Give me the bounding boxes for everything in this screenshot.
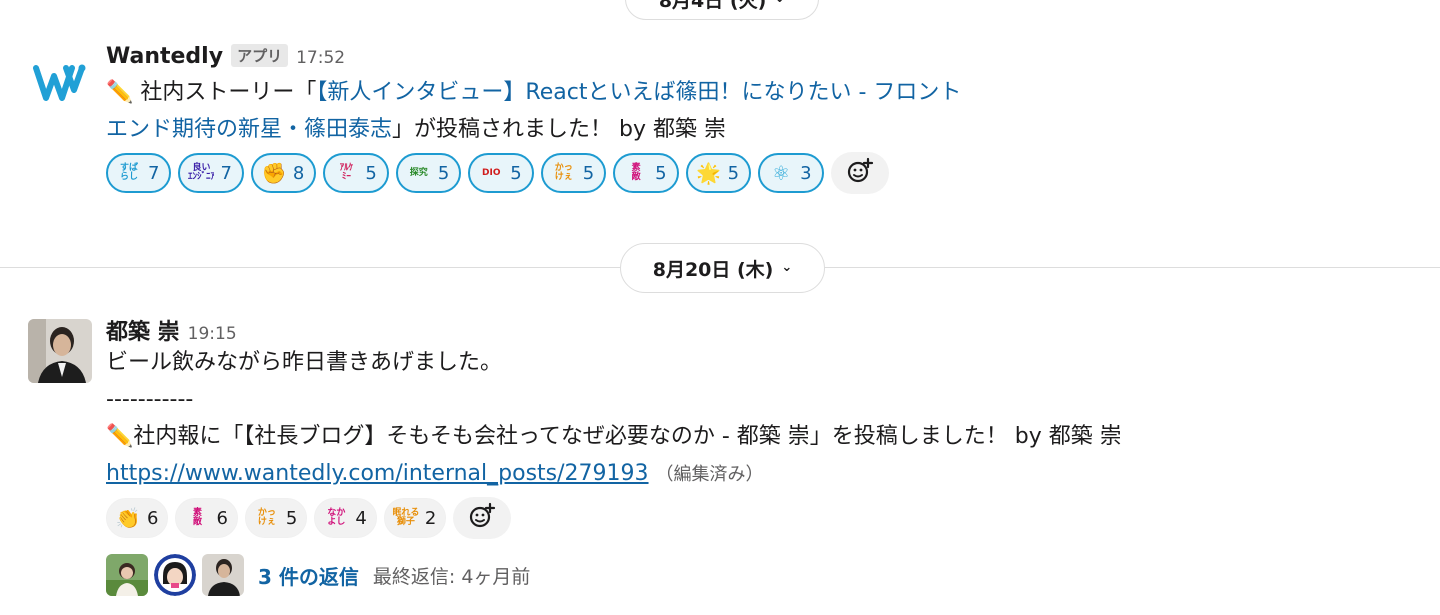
add-reaction-button[interactable]	[830, 152, 889, 194]
dio-icon: DIO	[482, 167, 501, 178]
reaction-count: 6	[147, 507, 159, 529]
reply-count-link[interactable]: 3 件の返信	[258, 561, 359, 590]
reaction-count: 4	[355, 507, 367, 529]
reaction-count: 7	[148, 162, 160, 184]
reply-avatar	[202, 554, 244, 596]
suteki-icon: 素 敵	[631, 163, 641, 182]
clap-icon: 👏	[115, 506, 141, 530]
reaction-suteki[interactable]: 素 敵 5	[613, 153, 679, 193]
reaction-bar: 👏 6 素 敵 6 かっ けぇ 5 なか よし 4 眠れる 獅子 2	[106, 497, 1400, 539]
kakkoii-icon: かっ けぇ	[554, 163, 573, 182]
message-wantedly: Wantedly アプリ 17:52 ✏️ 社内ストーリー「【新人インタビュー】…	[0, 42, 1440, 212]
reaction-shishi[interactable]: 眠れる 獅子 2	[383, 498, 447, 538]
last-reply-time: 最終返信: 4ヶ月前	[372, 565, 531, 588]
star-icon: 🌟	[696, 161, 722, 185]
date-divider-top[interactable]: 8月4日 (火) ⌄	[625, 0, 819, 20]
message-feed: 8月4日 (火) ⌄ Wantedly アプリ 17:52 ✏️ 社内ストーリー…	[0, 0, 1440, 615]
date-divider[interactable]: 8月20日 (木) ⌄	[620, 243, 825, 293]
add-emoji-icon	[468, 502, 496, 534]
timestamp[interactable]: 19:15	[188, 324, 237, 344]
app-badge: アプリ	[231, 44, 289, 67]
reaction-count: 5	[655, 162, 667, 184]
fist-icon: ✊	[261, 161, 287, 185]
reaction-yoi-engineer[interactable]: 良い ｴﾝｼﾞﾆｱ 7	[178, 153, 244, 193]
reaction-count: 7	[220, 162, 232, 184]
message-text-line1: ビール飲みながら昨日書きあげました。	[106, 350, 503, 375]
reaction-count: 3	[800, 162, 812, 184]
tankyu-icon: 探究	[409, 167, 428, 178]
sender-name[interactable]: Wantedly	[106, 44, 223, 69]
wantedly-logo-icon[interactable]	[30, 50, 94, 114]
date-label: 8月4日 (火)	[658, 0, 767, 12]
pencil-icon: ✏️	[106, 424, 134, 449]
message-tsuzuki: 都築 崇 19:15 ビール飲みながら昨日書きあげました。 ----------…	[0, 314, 1440, 614]
message-text-line2: エンド期待の新星・篠田泰志」が投稿されました！ by 都築 崇	[106, 111, 1400, 148]
story-link[interactable]: 【新人インタビュー】Reactといえば篠田！になりたい - フロント	[316, 80, 961, 105]
reaction-count: 6	[216, 507, 228, 529]
reaction-alchemy[interactable]: ｱﾙｹ ﾐｰ 5	[323, 153, 389, 193]
text-suffix: 」が投稿されました！ by 都築 崇	[392, 117, 726, 142]
reaction-count: 5	[510, 162, 522, 184]
edited-label: （編集済み）	[655, 464, 764, 485]
post-text: 社内報に「【社長ブログ】そもそも会社ってなぜ必要なのか - 都築 崇」を投稿しま…	[133, 424, 1122, 449]
reply-avatar	[106, 554, 148, 596]
shishi-icon: 眠れる 獅子	[392, 508, 419, 527]
story-link-cont[interactable]: エンド期待の新星・篠田泰志	[106, 117, 392, 142]
reaction-nakayoshi[interactable]: なか よし 4	[314, 498, 377, 538]
reaction-count: 5	[727, 162, 740, 184]
reaction-clap[interactable]: 👏 6	[106, 498, 169, 538]
add-emoji-icon	[846, 157, 874, 189]
message-text-line1: ✏️ 社内ストーリー「【新人インタビュー】Reactといえば篠田！になりたい -…	[106, 74, 1400, 111]
suteki-icon: 素 敵	[192, 508, 202, 527]
message-text-line2: -----------	[106, 387, 194, 412]
reaction-suteki[interactable]: 素 敵 6	[175, 498, 238, 538]
reaction-count: 5	[285, 507, 298, 529]
add-reaction-button[interactable]	[453, 497, 512, 539]
reaction-dio[interactable]: DIO 5	[468, 153, 534, 193]
sender-name[interactable]: 都築 崇	[106, 314, 180, 346]
reaction-bar: すば らし 7 良い ｴﾝｼﾞﾆｱ 7 ✊ 8 ｱﾙｹ ﾐｰ 5 探究 5 DIO 5 かっ けぇ 5 素 …	[106, 152, 1400, 194]
yoi-engineer-icon: 良い ｴﾝｼﾞﾆｱ	[188, 163, 215, 182]
pencil-icon: ✏️	[106, 80, 134, 105]
chevron-down-icon: ⌄	[781, 259, 793, 275]
date-label: 8月20日 (木)	[652, 258, 774, 281]
reaction-count: 8	[292, 162, 305, 184]
sugoi-icon: すば らし	[119, 163, 138, 182]
reaction-sugoi[interactable]: すば らし 7	[106, 153, 172, 193]
avatar[interactable]	[28, 319, 92, 383]
nakayoshi-icon: なか よし	[327, 508, 346, 527]
react-icon: ⚛	[772, 161, 791, 185]
reaction-count: 2	[424, 507, 437, 529]
reply-avatar	[154, 554, 196, 596]
reaction-kakkoii[interactable]: かっ けぇ 5	[540, 153, 607, 193]
reaction-fist[interactable]: ✊ 8	[250, 153, 317, 193]
message-url-line: https://www.wantedly.com/internal_posts/…	[106, 455, 1400, 493]
kakkoii-icon: かっ けぇ	[257, 508, 276, 527]
post-url-link[interactable]: https://www.wantedly.com/internal_posts/…	[106, 461, 649, 486]
reaction-count: 5	[582, 162, 595, 184]
reaction-react[interactable]: ⚛ 3	[758, 153, 824, 193]
text-prefix: 社内ストーリー「	[140, 80, 317, 105]
message-text-line3: ✏️社内報に「【社長ブログ】そもそも会社ってなぜ必要なのか - 都築 崇」を投稿…	[106, 418, 1400, 455]
reaction-star[interactable]: 🌟 5	[685, 153, 752, 193]
chevron-down-icon: ⌄	[774, 0, 785, 6]
reaction-count: 5	[437, 162, 450, 184]
reaction-kakkoii[interactable]: かっ けぇ 5	[244, 498, 308, 538]
thread-summary[interactable]: 3 件の返信 最終返信: 4ヶ月前	[106, 553, 1400, 597]
alchemy-icon: ｱﾙｹ ﾐｰ	[339, 163, 354, 182]
reaction-tankyu[interactable]: 探究 5	[395, 153, 462, 193]
reaction-count: 5	[365, 162, 377, 184]
timestamp[interactable]: 17:52	[296, 48, 345, 68]
